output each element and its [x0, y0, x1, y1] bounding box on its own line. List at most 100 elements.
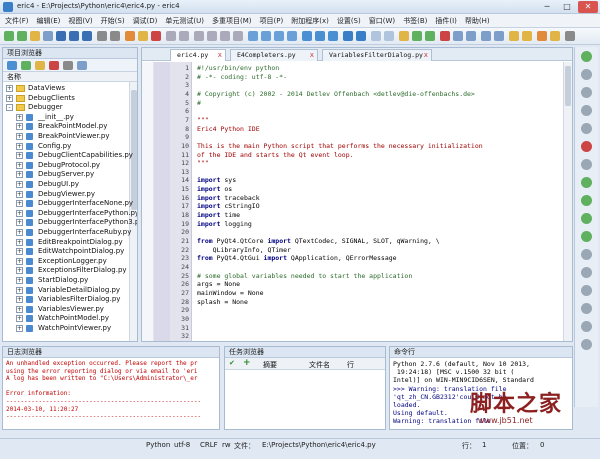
code-line[interactable]: import traceback	[197, 194, 260, 203]
save-icon[interactable]	[56, 31, 66, 41]
menu-unittest[interactable]: 单元测试(U)	[165, 16, 204, 26]
editor-scrollbar[interactable]	[563, 62, 572, 341]
fold-margin[interactable]	[142, 62, 154, 341]
tool-icon[interactable]	[581, 249, 592, 260]
log-text[interactable]: An unhandled exception occurred. Please …	[3, 358, 219, 429]
expand-icon[interactable]: +	[16, 257, 23, 265]
expand-icon[interactable]: +	[16, 181, 23, 188]
replace-icon[interactable]	[328, 31, 338, 41]
toolbar-overflow-icon[interactable]	[565, 31, 575, 41]
code-line[interactable]: from PyQt4.QtCore import QTextCodec, SIG…	[197, 237, 440, 246]
expand-icon[interactable]: +	[16, 142, 23, 150]
indent-icon[interactable]	[248, 31, 258, 41]
stop-icon[interactable]	[440, 31, 450, 41]
tree-item[interactable]: + VariablesFilterDialog.py	[3, 295, 129, 304]
interfaces-tab-icon[interactable]	[63, 61, 73, 70]
code-line[interactable]: #!/usr/bin/env python	[197, 64, 279, 73]
unittest-icon[interactable]	[481, 31, 491, 41]
comment-icon[interactable]	[274, 31, 284, 41]
expand-icon[interactable]: +	[16, 267, 23, 275]
debug-script-icon[interactable]	[425, 31, 435, 41]
expand-icon[interactable]: +	[16, 209, 23, 217]
editor-scrollbar-thumb[interactable]	[565, 66, 571, 106]
copy-icon[interactable]	[207, 31, 217, 41]
code-line[interactable]: QLibraryInfo, QTimer	[197, 246, 291, 255]
expand-icon[interactable]: +	[16, 238, 23, 246]
eol-icon[interactable]	[384, 31, 394, 41]
close-tab-icon[interactable]: x	[424, 50, 428, 61]
code-line[interactable]: import time	[197, 211, 240, 220]
close-project-icon[interactable]	[151, 31, 161, 41]
open-project-icon[interactable]	[138, 31, 148, 41]
tree-item[interactable]: + WatchPointViewer.py	[3, 324, 129, 333]
menu-extras[interactable]: 附加程序(x)	[291, 16, 329, 26]
star-icon[interactable]	[550, 31, 560, 41]
shield-icon[interactable]	[581, 177, 592, 188]
undo-icon[interactable]	[166, 31, 176, 41]
code-line[interactable]: import logging	[197, 220, 252, 229]
tree-item[interactable]: + BreakPointViewer.py	[3, 132, 129, 141]
tree-item[interactable]: + DebugViewer.py	[3, 190, 129, 199]
tool-icon[interactable]	[581, 285, 592, 296]
tree-item[interactable]: + DebuggerInterfaceRuby.py	[3, 228, 131, 237]
run-script-icon[interactable]	[412, 31, 422, 41]
project-viewer-icon[interactable]	[399, 31, 409, 41]
tree-item[interactable]: + DebugProtocol.py	[3, 161, 129, 170]
tree-item[interactable]: + ExceptionLogger.py	[3, 257, 129, 266]
code-line[interactable]: of the IDE and starts the Qt event loop.	[197, 151, 354, 160]
uncomment-icon[interactable]	[287, 31, 297, 41]
menu-start[interactable]: 开始(S)	[101, 16, 125, 26]
tool-icon[interactable]	[581, 303, 592, 314]
maximize-button[interactable]: □	[558, 1, 576, 13]
code-line[interactable]: """	[197, 116, 209, 125]
expand-icon[interactable]: +	[16, 200, 23, 208]
shield-icon[interactable]	[581, 195, 592, 206]
tree-item[interactable]: + DebugClientCapabilities.py	[3, 151, 133, 160]
tree-item[interactable]: + BreakPointModel.py	[3, 122, 129, 131]
shield-icon[interactable]	[581, 213, 592, 224]
tab-eric4[interactable]: eric4.py x	[170, 49, 226, 61]
tree-item[interactable]: + DebugServer.py	[3, 170, 129, 179]
plugins-icon[interactable]	[466, 31, 476, 41]
expand-icon[interactable]: +	[16, 133, 23, 140]
new-project-icon[interactable]	[125, 31, 135, 41]
menu-multiproject[interactable]: 多重项目(M)	[212, 16, 252, 26]
tool-icon[interactable]	[581, 87, 592, 98]
open-folder-icon[interactable]	[30, 31, 40, 41]
code-line[interactable]: """	[197, 159, 209, 168]
expand-icon[interactable]: +	[6, 94, 13, 102]
tree-item[interactable]: + StartDialog.py	[3, 276, 129, 285]
tree-item[interactable]: + WatchPointModel.py	[3, 314, 129, 323]
code-line[interactable]: import os	[197, 185, 232, 194]
forms-tab-icon[interactable]	[21, 61, 31, 70]
summary-column-header[interactable]: 摘要	[263, 360, 277, 370]
menu-view[interactable]: 视图(V)	[68, 16, 92, 26]
stop-icon[interactable]	[581, 141, 592, 152]
clear-icon[interactable]	[233, 31, 243, 41]
expand-icon[interactable]: +	[16, 171, 23, 179]
tree-item[interactable]: + DebuggerInterfaceNone.py	[3, 199, 133, 208]
menu-file[interactable]: 文件(F)	[5, 16, 29, 26]
minimize-button[interactable]: ─	[538, 1, 556, 13]
expand-icon[interactable]: +	[16, 286, 23, 294]
tool-icon[interactable]	[581, 321, 592, 332]
menu-settings[interactable]: 设置(S)	[337, 16, 361, 26]
tree-item[interactable]: + VariablesViewer.py	[3, 305, 129, 314]
code-line[interactable]: args = None	[197, 280, 240, 289]
expand-icon[interactable]: +	[16, 325, 23, 332]
whitespace-icon[interactable]	[371, 31, 381, 41]
expand-icon[interactable]: +	[16, 152, 23, 160]
close-tab-icon[interactable]: x	[218, 50, 222, 61]
menu-bookmarks[interactable]: 书签(B)	[403, 16, 427, 26]
new-window-icon[interactable]	[17, 31, 27, 41]
code-line[interactable]: from PyQt4.QtGui import QApplication, QE…	[197, 254, 397, 263]
tree-item[interactable]: + VariableDetailDialog.py	[3, 286, 129, 295]
translations-tab-icon[interactable]	[35, 61, 45, 70]
tree-item[interactable]: - Debugger	[3, 103, 129, 112]
new-file-icon[interactable]	[4, 31, 14, 41]
tree-item[interactable]: + DebuggerInterfacePython3.py	[3, 218, 137, 227]
scrollbar-thumb[interactable]	[131, 90, 137, 210]
tree-item[interactable]: + DataViews	[3, 84, 129, 93]
tool-icon[interactable]	[581, 69, 592, 80]
expand-icon[interactable]: +	[16, 315, 23, 323]
